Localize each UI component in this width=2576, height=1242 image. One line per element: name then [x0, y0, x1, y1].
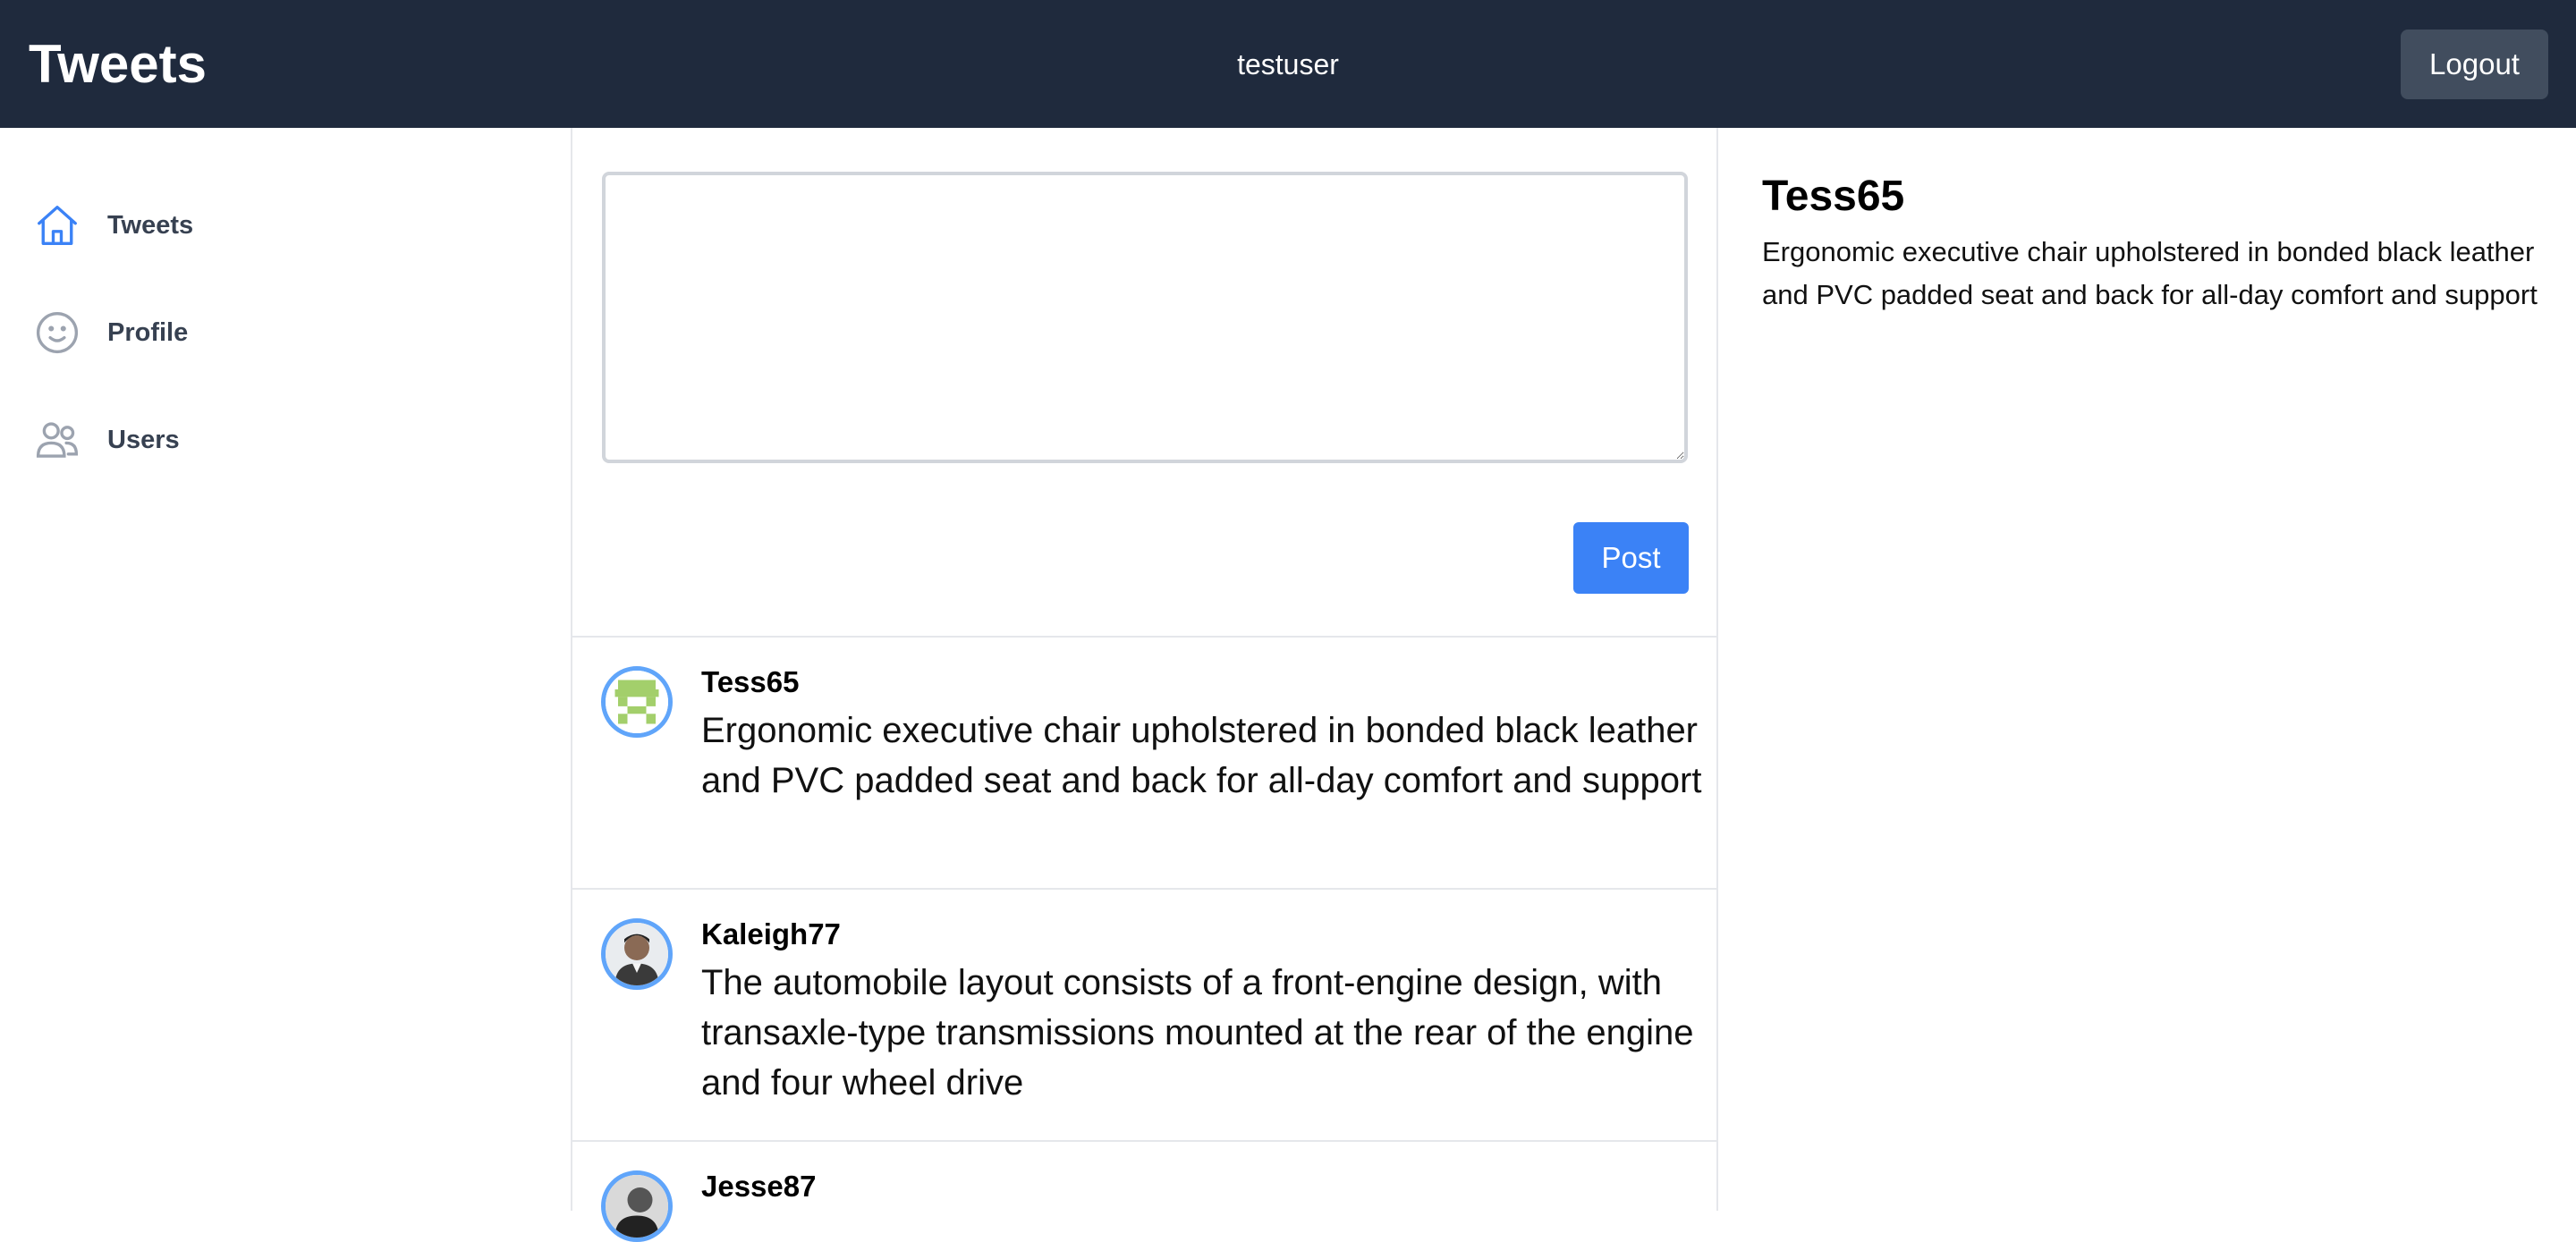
users-icon [32, 415, 82, 465]
sidebar-item-users[interactable]: Users [32, 413, 533, 467]
column-divider [1716, 128, 1718, 1211]
smiley-icon [32, 308, 82, 358]
logout-button[interactable]: Logout [2401, 30, 2548, 99]
photo-avatar[interactable] [601, 918, 673, 990]
detail-author[interactable]: Tess65 [1762, 170, 2549, 224]
sidebar-item-tweets[interactable]: Tweets [32, 199, 533, 252]
sidebar-nav: Tweets Profile Users [0, 128, 571, 1211]
tweet-item[interactable]: Jesse87 [572, 1142, 1716, 1242]
sidebar-item-label: Tweets [107, 210, 194, 240]
sidebar-item-label: Profile [107, 317, 189, 347]
photo-avatar[interactable] [601, 1170, 673, 1242]
current-username: testuser [1237, 48, 1339, 80]
tweet-author[interactable]: Jesse87 [701, 1169, 816, 1204]
top-header: Tweets testuser Logout [0, 0, 2576, 128]
tweet-item[interactable]: Tess65 Ergonomic executive chair upholst… [572, 638, 1716, 888]
tweet-composer-input[interactable] [602, 172, 1688, 463]
post-button[interactable]: Post [1573, 522, 1689, 594]
identicon-avatar[interactable] [601, 666, 673, 738]
tweet-detail-panel: Tess65 Ergonomic executive chair upholst… [1762, 170, 2549, 317]
sidebar-item-profile[interactable]: Profile [32, 306, 533, 359]
home-icon [32, 200, 82, 250]
tweet-author[interactable]: Kaleigh77 [701, 917, 841, 952]
sidebar-item-label: Users [107, 425, 180, 454]
tweet-author[interactable]: Tess65 [701, 664, 799, 700]
detail-text: Ergonomic executive chair upholstered in… [1762, 236, 2538, 310]
tweet-text: Ergonomic executive chair upholstered in… [701, 711, 1702, 800]
tweet-text: The automobile layout consists of a fron… [701, 963, 1694, 1103]
tweet-item[interactable]: Kaleigh77 The automobile layout consists… [572, 890, 1716, 1140]
